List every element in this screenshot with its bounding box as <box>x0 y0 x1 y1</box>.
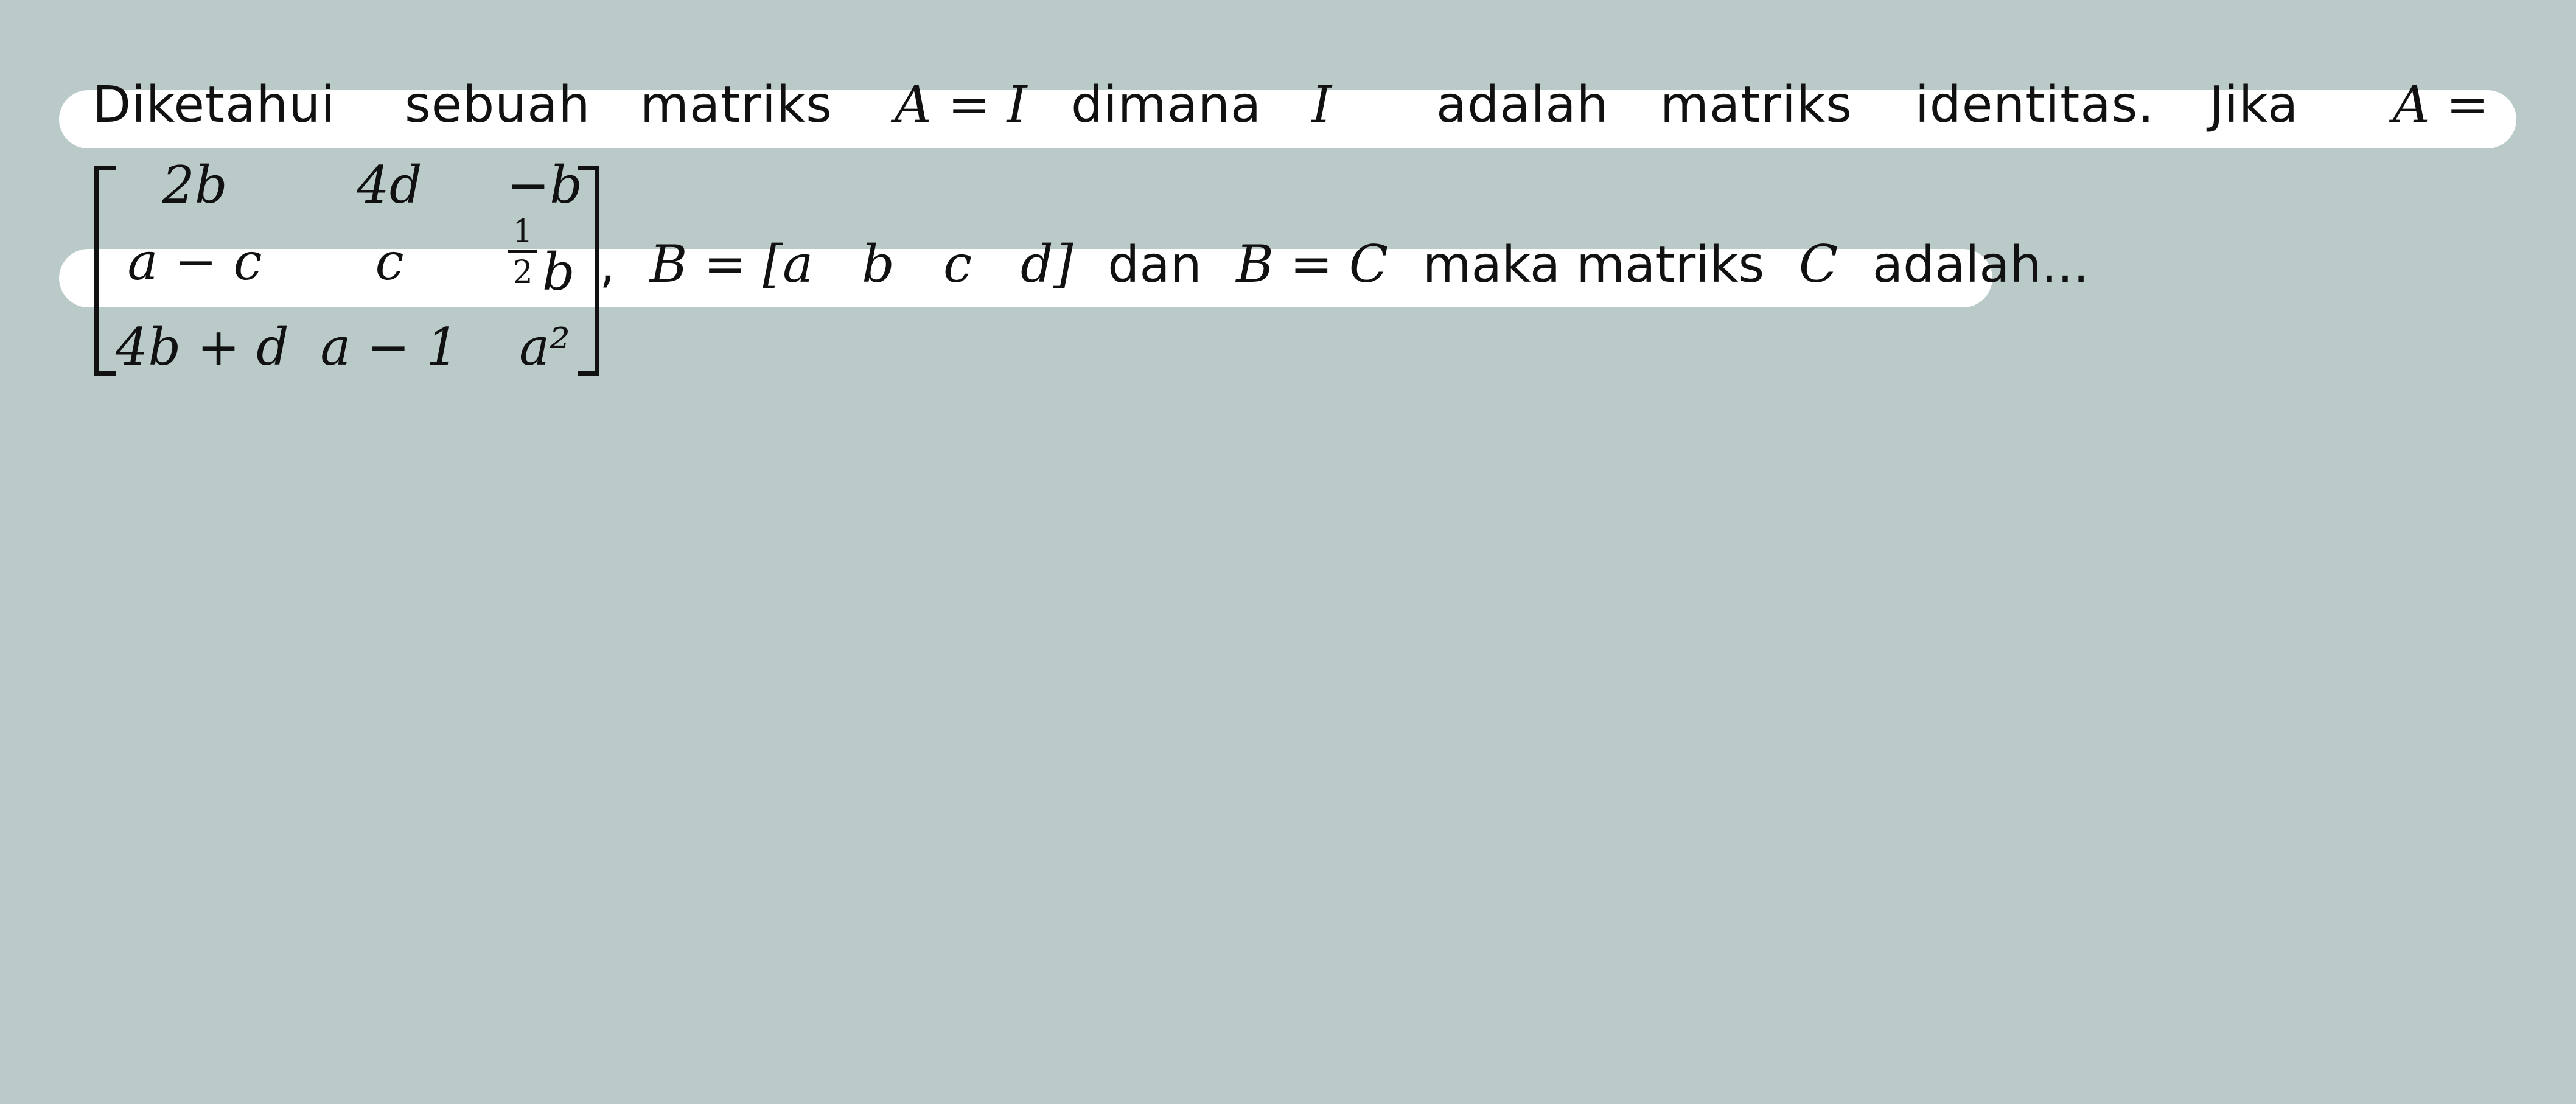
word-sebuah: sebuah <box>405 76 591 134</box>
word-identitas: identitas. <box>1915 76 2155 134</box>
matrix-cell-r0-c2: −b <box>506 155 583 215</box>
fraction-denominator: 2 <box>512 254 533 291</box>
open-bracket: [ <box>763 234 783 294</box>
word-adalah: adalah <box>1436 76 1609 134</box>
matrix-cell-r2-c2: a² <box>519 317 570 377</box>
word-maka-matriks: maka matriks <box>1422 236 1765 294</box>
math-A-equals-I: A = I <box>895 75 1027 135</box>
word-jika: Jika <box>2209 76 2299 134</box>
math-B-equals: B = <box>649 234 747 294</box>
math-I: I <box>1311 75 1332 135</box>
word-matriks-2: matriks <box>1660 76 1852 134</box>
matrix-left-bracket <box>94 166 116 376</box>
matrix-cell-r2-c1: a − 1 <box>320 317 459 377</box>
fraction-numerator: 1 <box>512 214 533 250</box>
fraction-bar <box>508 250 537 253</box>
close-bracket: ] <box>1053 234 1073 294</box>
matrix-cell-r1-c0: a − c <box>127 232 262 292</box>
math-C: C <box>1798 234 1838 294</box>
fraction-one-half: 1 2 <box>508 216 537 288</box>
comma: , <box>599 236 616 294</box>
matrix-cell-r0-c1: 4d <box>357 155 422 215</box>
B-entry-c: c <box>943 234 972 294</box>
word-adalah-ellipsis: adalah... <box>1872 236 2089 294</box>
B-entry-d: d <box>1021 234 1053 294</box>
word-matriks: matriks <box>640 76 832 134</box>
B-entry-b: b <box>862 234 895 294</box>
matrix-cell-r0-c0: 2b <box>162 155 228 215</box>
B-entry-a: a <box>783 234 814 294</box>
math-A-equals: A = <box>2393 75 2489 135</box>
matrix-cell-r2-c0: 4b + d <box>116 317 289 377</box>
fraction-variable: b <box>542 242 575 302</box>
word-dan: dan <box>1108 236 1202 294</box>
matrix-cell-r1-c1: c <box>375 232 404 292</box>
math-B-equals-C: B = C <box>1236 234 1389 294</box>
word-diketahui: Diketahui <box>92 76 336 134</box>
word-dimana: dimana <box>1071 76 1262 134</box>
line-2-text: , B = [a b c d] dan B = C maka matriks C ad… <box>599 239 2089 290</box>
